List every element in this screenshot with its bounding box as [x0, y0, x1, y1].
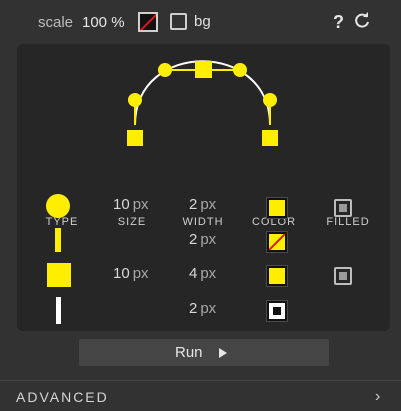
anchor-point: [262, 130, 278, 146]
anchor-point: [195, 61, 212, 78]
settings-panel: TYPE SIZE WIDTH COLOR FILLED 10 px 2 px 2p…: [17, 44, 390, 331]
header-type: TYPE: [45, 216, 79, 228]
run-button[interactable]: Run: [79, 339, 329, 366]
top-toolbar: scale 100 % bg ?: [0, 0, 401, 44]
advanced-section-toggle[interactable]: ADVANCED ›: [0, 381, 401, 411]
color-swatch[interactable]: [266, 197, 288, 219]
filled-checkbox[interactable]: [334, 199, 352, 217]
scale-value[interactable]: 100 %: [82, 14, 125, 31]
bezier-curve-preview: [127, 60, 278, 146]
width-value[interactable]: 2 px: [189, 300, 216, 317]
color-swatch[interactable]: [266, 265, 288, 287]
control-point: [233, 63, 247, 77]
header-filled: FILLED: [326, 216, 370, 228]
header-width: WIDTH: [182, 216, 224, 228]
control-point: [128, 93, 142, 107]
line-bar-icon[interactable]: [55, 228, 61, 252]
bg-checkbox[interactable]: [170, 13, 187, 30]
no-color-swatch[interactable]: [138, 12, 158, 32]
play-icon: [219, 348, 227, 358]
white-line-icon[interactable]: [56, 297, 61, 324]
chevron-right-icon: ›: [375, 388, 381, 405]
control-point: [263, 93, 277, 107]
width-value[interactable]: 2 px: [189, 231, 216, 248]
circle-handle-icon[interactable]: [46, 194, 70, 218]
color-swatch[interactable]: [266, 300, 288, 322]
square-handle-icon[interactable]: [47, 263, 71, 287]
size-value[interactable]: 10 px: [113, 196, 149, 213]
refresh-icon[interactable]: [353, 12, 371, 30]
question-icon[interactable]: ?: [333, 12, 344, 33]
control-point: [158, 63, 172, 77]
run-label: Run: [175, 344, 203, 361]
scale-label: scale: [38, 14, 74, 31]
header-size: SIZE: [117, 216, 147, 228]
width-value[interactable]: 2 px: [189, 196, 216, 213]
width-value[interactable]: 4 px: [189, 265, 216, 282]
size-value[interactable]: 10 px: [113, 265, 149, 282]
advanced-label: ADVANCED: [16, 389, 109, 405]
bg-label: bg: [194, 13, 211, 30]
no-color-swatch[interactable]: [266, 231, 288, 253]
anchor-point: [127, 130, 143, 146]
filled-checkbox[interactable]: [334, 267, 352, 285]
